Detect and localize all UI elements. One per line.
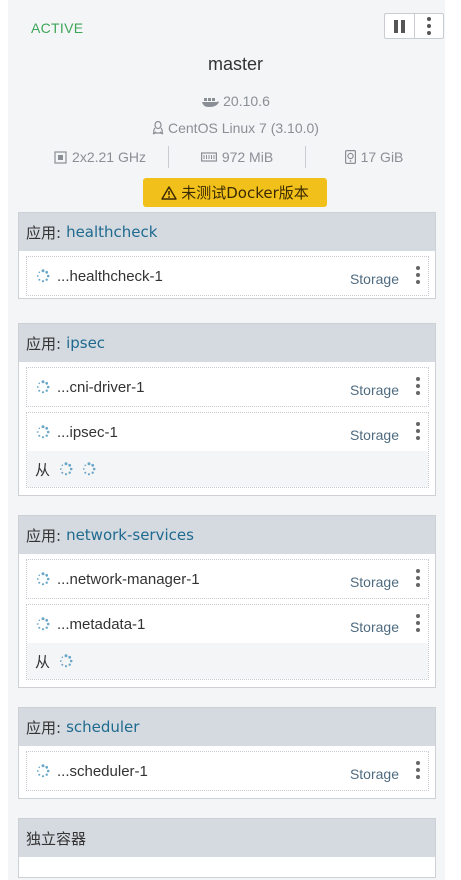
- stack-prefix: 应用:: [26, 718, 62, 737]
- spinner-icon: [36, 269, 50, 283]
- sidekick-label: 从: [35, 652, 51, 671]
- linux-tux-icon: [152, 120, 164, 135]
- host-menu-button[interactable]: [413, 14, 443, 38]
- stack-section: 应用: scheduler ...scheduler-1 Storage: [18, 707, 436, 799]
- container-tag: Storage: [349, 619, 399, 635]
- kebab-menu-icon[interactable]: [416, 377, 420, 395]
- kebab-menu-icon[interactable]: [416, 422, 420, 440]
- container-tag: Storage: [349, 382, 399, 398]
- stack-header: 应用: scheduler: [19, 708, 435, 746]
- container-name[interactable]: ...metadata-1: [57, 616, 145, 633]
- stack-header: 应用: ipsec: [19, 324, 435, 362]
- warning-text: 未测试Docker版本: [181, 184, 309, 202]
- standalone-section: 独立容器: [18, 818, 436, 878]
- os-name: CentOS Linux 7 (3.10.0): [168, 120, 319, 136]
- spinner-icon: [36, 425, 50, 439]
- spinner-icon: [36, 572, 50, 586]
- container-name[interactable]: ...network-manager-1: [57, 571, 200, 588]
- container-tag: Storage: [349, 766, 399, 782]
- sidekick-label: 从: [35, 460, 51, 479]
- container-row[interactable]: ...scheduler-1 Storage: [26, 751, 429, 791]
- spinner-icon: [36, 617, 50, 631]
- container-tag: Storage: [349, 271, 399, 287]
- kebab-menu-icon[interactable]: [416, 761, 420, 779]
- spinner-icon[interactable]: [59, 654, 73, 668]
- memory-icon: [200, 151, 217, 162]
- stack-section: 应用: network-services ...network-manager-…: [18, 515, 436, 688]
- storage-value: 17 GiB: [360, 149, 404, 165]
- cpu-icon: [54, 150, 67, 164]
- container-row[interactable]: ...cni-driver-1 Storage: [26, 367, 429, 407]
- spinner-icon: [36, 764, 50, 778]
- stack-prefix: 应用:: [26, 334, 62, 353]
- stack-header: 应用: network-services: [19, 516, 435, 554]
- pause-button[interactable]: [385, 14, 414, 38]
- docker-version-warning: 未测试Docker版本: [143, 178, 327, 207]
- container-name[interactable]: ...healthcheck-1: [57, 268, 163, 285]
- standalone-header: 独立容器: [19, 819, 435, 857]
- pause-icon: [393, 19, 405, 33]
- container-row[interactable]: ...network-manager-1 Storage: [26, 559, 429, 599]
- container-name[interactable]: ...cni-driver-1: [57, 379, 145, 396]
- docker-icon: [202, 98, 220, 107]
- docker-version-row: 20.10.6: [8, 93, 461, 109]
- stack-link[interactable]: scheduler: [66, 718, 139, 736]
- stack-link[interactable]: healthcheck: [66, 223, 157, 241]
- container-row[interactable]: ...metadata-1 Storage 从: [26, 604, 429, 680]
- sidekick-row: 从: [27, 643, 428, 679]
- container-tag: Storage: [349, 427, 399, 443]
- storage-stat: 17 GiB: [305, 146, 442, 168]
- docker-version: 20.10.6: [223, 93, 270, 109]
- container-name[interactable]: ...scheduler-1: [57, 763, 148, 780]
- cpu-value: 2x2.21 GHz: [72, 149, 146, 165]
- host-name[interactable]: master: [8, 54, 461, 75]
- stack-header: 应用: healthcheck: [19, 213, 435, 251]
- os-row: CentOS Linux 7 (3.10.0): [8, 120, 461, 136]
- kebab-menu-icon[interactable]: [416, 569, 420, 587]
- kebab-menu-icon[interactable]: [416, 266, 420, 284]
- disk-icon: [344, 150, 356, 164]
- warning-triangle-icon: [161, 185, 177, 200]
- sidekick-row: 从: [27, 451, 428, 487]
- cpu-stat: 2x2.21 GHz: [32, 146, 168, 168]
- stack-link[interactable]: ipsec: [66, 334, 105, 352]
- container-tag: Storage: [349, 574, 399, 590]
- kebab-menu-icon: [426, 17, 431, 35]
- container-row[interactable]: ...healthcheck-1 Storage: [26, 256, 429, 296]
- standalone-title: 独立容器: [26, 829, 87, 848]
- memory-value: 972 MiB: [221, 149, 274, 165]
- stack-section: 应用: ipsec ...cni-driver-1 Storage ...ips…: [18, 323, 436, 496]
- spinner-icon[interactable]: [59, 462, 73, 476]
- container-row[interactable]: ...ipsec-1 Storage 从: [26, 412, 429, 488]
- memory-stat: 972 MiB: [168, 146, 305, 168]
- spinner-icon[interactable]: [82, 462, 96, 476]
- stack-prefix: 应用:: [26, 223, 62, 242]
- container-name[interactable]: ...ipsec-1: [57, 424, 118, 441]
- host-stats: 2x2.21 GHz 972 MiB 17 GiB: [32, 146, 442, 168]
- host-actions: [384, 13, 444, 39]
- kebab-menu-icon[interactable]: [416, 614, 420, 632]
- host-state-label: ACTIVE: [31, 20, 84, 36]
- stack-section: 应用: healthcheck ...healthcheck-1 Storage: [18, 212, 436, 299]
- stack-prefix: 应用:: [26, 526, 62, 545]
- spinner-icon: [36, 380, 50, 394]
- stack-link[interactable]: network-services: [66, 526, 194, 544]
